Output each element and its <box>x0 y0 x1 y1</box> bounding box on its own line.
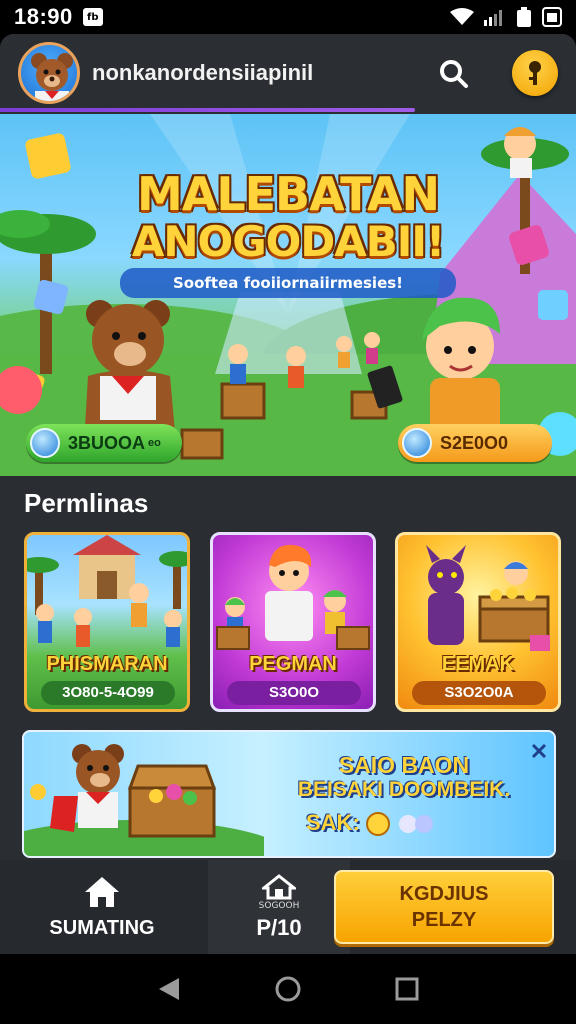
home-icon <box>85 876 119 907</box>
hero-right-pill-label: S2E0O0 <box>440 432 509 453</box>
card-price: 3O80-5-4O99 <box>41 681 175 705</box>
hero-left-pill[interactable]: 3BUOOA eo <box>26 424 182 462</box>
avatar[interactable] <box>18 42 80 104</box>
gem-icon <box>399 815 434 834</box>
nav-home[interactable]: SUMATING <box>24 860 180 954</box>
status-bar: 18:90 fb <box>0 0 576 34</box>
card-price: S3O0O <box>227 681 361 705</box>
nav-store[interactable]: SOGOOH P/10 <box>208 860 350 954</box>
coin-icon <box>365 812 390 837</box>
play-now-button[interactable]: KGDJIUS PELZY <box>334 870 554 944</box>
home-circle-icon[interactable] <box>274 975 302 1003</box>
cta-line1: KGDJIUS <box>399 883 489 905</box>
game-card[interactable]: PEGMAN S3O0O <box>210 532 376 712</box>
status-time: 18:90 <box>14 4 73 29</box>
promo-subtitle: BEISAKI DOOMBEIK. <box>297 778 511 801</box>
recents-icon[interactable] <box>395 977 419 1001</box>
search-button[interactable] <box>436 56 472 92</box>
wifi-icon <box>450 8 474 25</box>
signal-icon <box>484 10 502 26</box>
app-title: nonkanordensiiapinil <box>92 60 314 85</box>
back-icon[interactable] <box>157 976 181 1002</box>
promo-title: SAIO BAON <box>338 752 470 778</box>
card-illustration <box>216 544 370 650</box>
hero-left-pill-label: 3BUOOA <box>68 432 146 453</box>
notification-icon: fb <box>82 8 103 26</box>
app-status-icon <box>542 7 562 27</box>
promo-banner[interactable]: SAIO BAON BEISAKI DOOMBEIK. SAK: <box>22 730 556 858</box>
card-illustration <box>426 545 550 651</box>
hero-left-pill-small: eo <box>148 437 161 449</box>
cta-line2: PELZY <box>411 909 477 931</box>
house-outline-icon <box>262 873 296 899</box>
game-card[interactable]: PHISMARAN 3O80-5-4O99 <box>24 532 190 712</box>
status-icons <box>450 7 562 27</box>
promo-reward-label: SAK: <box>306 810 360 835</box>
gem-coin-icon <box>30 428 60 458</box>
promo-reward: SAK: <box>306 810 436 837</box>
close-icon <box>531 743 547 759</box>
section-title: Permlinas <box>24 488 149 518</box>
key-icon <box>529 61 541 85</box>
nav-store-sublabel: SOGOOH <box>258 900 300 911</box>
bottom-nav: SUMATING SOGOOH P/10 KGDJIUS PELZY <box>0 860 576 954</box>
gem-coin-icon <box>402 428 432 458</box>
bear-avatar-icon <box>31 53 73 101</box>
nav-store-label: P/10 <box>256 914 302 940</box>
promo-close-button[interactable] <box>528 740 550 762</box>
hero-banner[interactable]: MALEBATAN ANOGODABII! Sooftea fooiiornai… <box>0 114 576 476</box>
card-title: PEGMAN <box>249 653 337 675</box>
card-title: PHISMARAN <box>46 653 168 675</box>
system-nav-bar <box>0 954 576 1024</box>
hero-right-pill[interactable]: S2E0O0 <box>398 424 552 462</box>
card-illustration <box>27 535 187 647</box>
game-card[interactable]: EEMAK S3O2O0A <box>395 532 561 712</box>
header-progress-line <box>0 108 415 112</box>
hero-subtitle: Sooftea fooiiornaiirmesies! <box>120 268 456 298</box>
nav-home-label: SUMATING <box>49 916 155 939</box>
hero-title-line2: ANOGODABII! <box>131 217 445 266</box>
card-price: S3O2O0A <box>412 681 546 705</box>
battery-icon <box>517 7 531 27</box>
app-header: nonkanordensiiapinil <box>0 34 576 112</box>
hero-title-line1: MALEBATAN <box>136 167 440 221</box>
app-window: nonkanordensiiapinil MALEBATAN ANOGODABI… <box>0 34 576 954</box>
search-icon <box>440 60 468 88</box>
promo-illustration <box>24 744 264 856</box>
card-title: EEMAK <box>441 653 515 675</box>
key-button[interactable] <box>512 50 558 96</box>
